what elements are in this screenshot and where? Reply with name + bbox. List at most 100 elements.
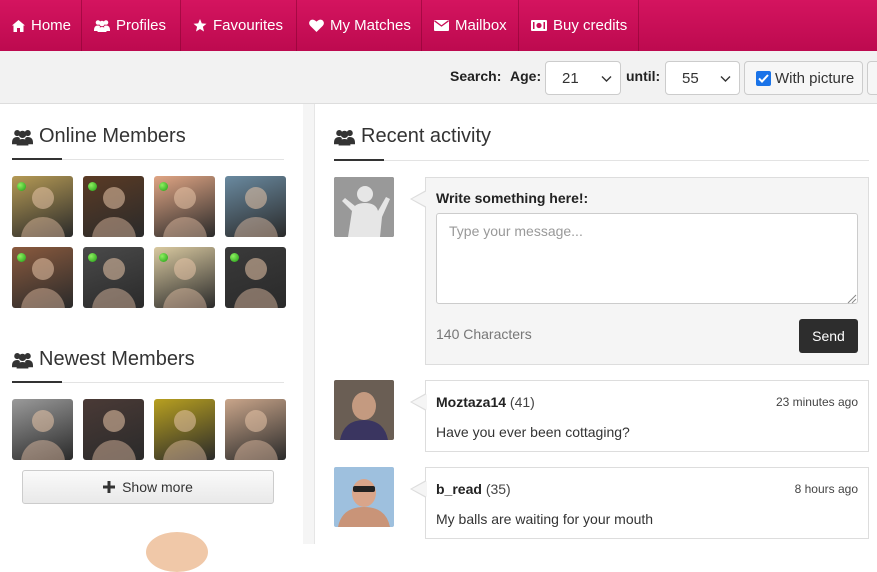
member-thumbnail[interactable] bbox=[225, 399, 286, 460]
newest-members-grid bbox=[12, 399, 292, 460]
member-thumbnail[interactable] bbox=[83, 247, 144, 308]
member-photo bbox=[244, 186, 267, 209]
online-status-icon bbox=[159, 182, 168, 191]
plus-icon bbox=[103, 481, 116, 493]
member-thumbnail[interactable] bbox=[154, 176, 215, 237]
star-icon bbox=[193, 19, 207, 32]
nav-profiles[interactable]: Profiles bbox=[82, 0, 181, 51]
activity-username[interactable]: Moztaza14 bbox=[436, 394, 506, 410]
recent-activity-section: Recent activity Write something here!: 1… bbox=[316, 104, 877, 544]
member-thumbnail[interactable] bbox=[83, 399, 144, 460]
member-photo-body bbox=[233, 440, 278, 460]
search-extra-button[interactable] bbox=[867, 61, 877, 95]
nav-profiles-label: Profiles bbox=[116, 17, 167, 34]
chevron-down-icon bbox=[720, 72, 731, 89]
nav-my-matches-label: My Matches bbox=[330, 17, 411, 34]
users-icon bbox=[12, 128, 33, 146]
checkbox-checked-icon[interactable] bbox=[756, 70, 771, 86]
member-photo-body bbox=[91, 288, 136, 308]
show-more-label: Show more bbox=[122, 479, 193, 495]
member-thumbnail[interactable] bbox=[83, 176, 144, 237]
member-photo bbox=[31, 409, 54, 432]
activity-message: Have you ever been cottaging? bbox=[436, 424, 630, 440]
age-to-value: 55 bbox=[682, 69, 699, 87]
nav-home[interactable]: Home bbox=[0, 0, 82, 51]
home-icon bbox=[12, 19, 25, 32]
member-thumbnail[interactable] bbox=[225, 176, 286, 237]
nav-favourites[interactable]: Favourites bbox=[181, 0, 297, 51]
online-members-grid bbox=[12, 176, 292, 308]
member-photo bbox=[173, 257, 196, 280]
member-photo bbox=[244, 257, 267, 280]
heart-icon bbox=[309, 19, 324, 32]
activity-user[interactable]: Moztaza14 (41) bbox=[436, 394, 535, 410]
nav-my-matches[interactable]: My Matches bbox=[297, 0, 422, 51]
member-thumbnail[interactable] bbox=[12, 176, 73, 237]
online-status-icon bbox=[17, 253, 26, 262]
activity-item: Moztaza14 (41) 23 minutes ago Have you e… bbox=[410, 380, 869, 452]
top-nav: Home Profiles Favourites My Matches Mail… bbox=[0, 0, 877, 51]
member-photo-body bbox=[20, 440, 65, 460]
activity-age: (35) bbox=[485, 481, 511, 497]
member-photo-body bbox=[162, 217, 207, 237]
envelope-icon bbox=[434, 20, 449, 31]
member-thumbnail[interactable] bbox=[154, 247, 215, 308]
nav-home-label: Home bbox=[31, 17, 72, 34]
compose-panel: Write something here!: 140 Characters Se… bbox=[410, 177, 869, 365]
online-status-icon bbox=[88, 253, 97, 262]
search-bar: Search: Age: 21 until: 55 With picture bbox=[0, 51, 877, 104]
newest-members-heading: Newest Members bbox=[12, 348, 195, 371]
age-to-select[interactable]: 55 bbox=[665, 61, 740, 95]
recent-activity-divider bbox=[334, 159, 869, 161]
left-column: Online Members Newest Members Show more bbox=[0, 104, 300, 572]
online-members-divider bbox=[12, 158, 284, 160]
users-icon bbox=[12, 351, 33, 369]
activity-avatar[interactable] bbox=[334, 467, 394, 527]
until-label: until: bbox=[626, 68, 661, 84]
activity-avatar[interactable] bbox=[334, 380, 394, 440]
with-picture-label: With picture bbox=[775, 69, 855, 87]
member-photo-body bbox=[20, 288, 65, 308]
age-label: Age: bbox=[510, 68, 542, 84]
member-photo-body bbox=[20, 217, 65, 237]
user-photo-icon bbox=[334, 467, 394, 527]
member-thumbnail[interactable] bbox=[12, 399, 73, 460]
member-photo bbox=[173, 409, 196, 432]
age-from-select[interactable]: 21 bbox=[545, 61, 621, 95]
online-status-icon bbox=[17, 182, 26, 191]
user-photo-icon bbox=[334, 380, 394, 440]
show-more-button[interactable]: Show more bbox=[22, 470, 274, 504]
money-icon bbox=[531, 20, 547, 31]
my-avatar-placeholder bbox=[334, 177, 394, 237]
message-input[interactable] bbox=[436, 213, 858, 304]
chevron-down-icon bbox=[601, 72, 612, 89]
activity-item: b_read (35) 8 hours ago My balls are wai… bbox=[410, 467, 869, 539]
online-status-icon bbox=[230, 253, 239, 262]
member-photo-body bbox=[162, 288, 207, 308]
with-picture-toggle[interactable]: With picture bbox=[744, 61, 863, 95]
users-icon bbox=[94, 19, 110, 32]
user-silhouette-icon bbox=[334, 177, 394, 237]
member-photo bbox=[31, 186, 54, 209]
member-photo-body bbox=[233, 288, 278, 308]
nav-favourites-label: Favourites bbox=[213, 17, 284, 34]
column-divider bbox=[303, 104, 315, 544]
nav-mailbox[interactable]: Mailbox bbox=[422, 0, 519, 51]
member-photo bbox=[244, 409, 267, 432]
send-button[interactable]: Send bbox=[799, 319, 858, 353]
member-thumbnail[interactable] bbox=[154, 399, 215, 460]
recent-activity-title: Recent activity bbox=[361, 125, 492, 147]
activity-message: My balls are waiting for your mouth bbox=[436, 511, 654, 527]
online-members-heading: Online Members bbox=[12, 125, 186, 148]
member-photo-body bbox=[233, 217, 278, 237]
activity-user[interactable]: b_read (35) bbox=[436, 481, 511, 497]
member-thumbnail[interactable] bbox=[12, 247, 73, 308]
member-photo-body bbox=[91, 217, 136, 237]
member-photo bbox=[102, 409, 125, 432]
nav-buy-credits[interactable]: Buy credits bbox=[519, 0, 639, 51]
activity-username[interactable]: b_read bbox=[436, 481, 482, 497]
member-thumbnail[interactable] bbox=[225, 247, 286, 308]
nav-mailbox-label: Mailbox bbox=[455, 17, 507, 34]
search-label: Search: bbox=[450, 68, 502, 84]
users-icon bbox=[334, 128, 355, 146]
